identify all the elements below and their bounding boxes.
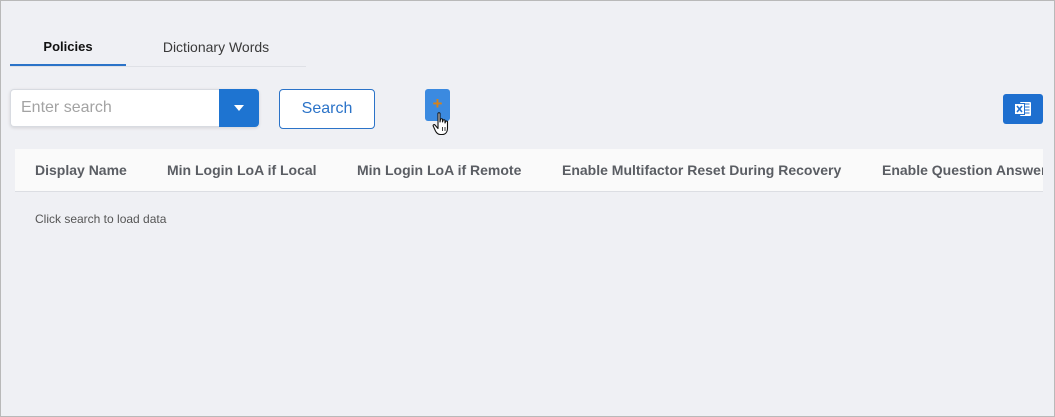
- column-header-enable-question-answer[interactable]: Enable Question Answer: [882, 149, 1043, 191]
- column-header-min-login-loa-remote[interactable]: Min Login LoA if Remote: [357, 149, 521, 191]
- tab-dictionary-words[interactable]: Dictionary Words: [126, 29, 306, 65]
- excel-icon: [1014, 102, 1031, 116]
- column-header-min-login-loa-local[interactable]: Min Login LoA if Local: [167, 149, 317, 191]
- search-input[interactable]: [10, 89, 219, 127]
- column-header-enable-multifactor-reset[interactable]: Enable Multifactor Reset During Recovery: [562, 149, 841, 191]
- table-header: Display Name Min Login LoA if Local Min …: [15, 149, 1043, 192]
- search-button[interactable]: Search: [279, 89, 375, 129]
- empty-table-message: Click search to load data: [35, 212, 167, 226]
- export-excel-button[interactable]: [1003, 94, 1043, 124]
- caret-down-icon: [234, 105, 244, 111]
- tab-bar: Policies Dictionary Words: [10, 29, 306, 67]
- app-frame: Policies Dictionary Words Search + Displ…: [0, 0, 1055, 417]
- hand-pointer-icon: [432, 112, 449, 136]
- search-group: [10, 89, 259, 127]
- column-header-display-name[interactable]: Display Name: [35, 149, 127, 191]
- tab-policies[interactable]: Policies: [10, 29, 126, 66]
- search-dropdown-button[interactable]: [219, 89, 259, 127]
